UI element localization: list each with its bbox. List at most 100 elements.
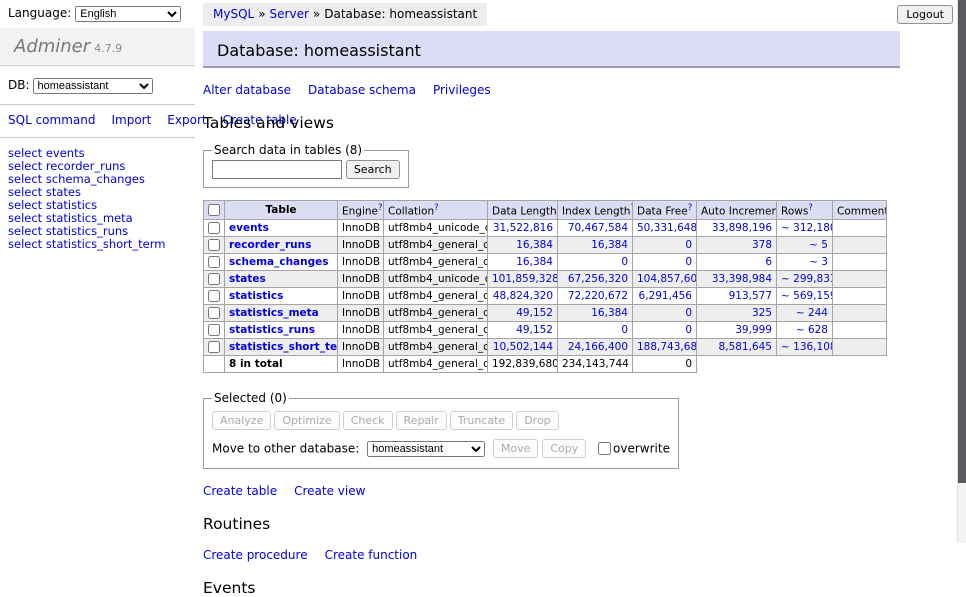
- database-action-link[interactable]: Alter database: [203, 83, 291, 97]
- auto-increment-cell-link[interactable]: 39,999: [735, 324, 772, 336]
- row-checkbox[interactable]: [208, 307, 220, 319]
- table-name-cell: events: [225, 220, 338, 237]
- data-length-cell-link[interactable]: 49,152: [516, 324, 553, 336]
- data-free-cell: 188,743,680: [633, 339, 697, 356]
- rows-count-cell-link[interactable]: ~ 3: [809, 256, 828, 268]
- data-length-cell-link[interactable]: 31,522,816: [493, 222, 553, 234]
- data-free-cell-link[interactable]: 6,291,456: [639, 290, 692, 302]
- sidebar-select-link[interactable]: select statistics_short_term: [8, 238, 195, 251]
- sidebar-action-link[interactable]: Import: [111, 113, 151, 127]
- rows-count-cell-link[interactable]: ~ 312,180: [781, 222, 833, 234]
- routine-link[interactable]: Create function: [325, 548, 418, 562]
- row-checkbox[interactable]: [208, 290, 220, 302]
- data-length-cell-link[interactable]: 16,384: [516, 256, 553, 268]
- row-checkbox[interactable]: [208, 239, 220, 251]
- breadcrumb-server[interactable]: Server: [270, 7, 309, 21]
- help-link[interactable]: ?: [808, 203, 813, 213]
- data-free-cell-link[interactable]: 188,743,680: [637, 341, 697, 353]
- routine-link[interactable]: Create procedure: [203, 548, 308, 562]
- row-checkbox[interactable]: [208, 222, 220, 234]
- auto-increment-cell-link[interactable]: 33,398,984: [712, 273, 772, 285]
- rows-count-cell-link[interactable]: ~ 628: [796, 324, 828, 336]
- index-length-cell-link[interactable]: 16,384: [591, 307, 628, 319]
- breadcrumb-mysql[interactable]: MySQL: [213, 7, 254, 21]
- collation-cell: utf8mb4_general_ci: [384, 339, 488, 356]
- engine-cell: InnoDB: [338, 339, 384, 356]
- move-database-select[interactable]: homeassistant: [367, 441, 485, 457]
- search-input[interactable]: [212, 160, 342, 179]
- data-length-cell-link[interactable]: 101,859,328: [492, 273, 558, 285]
- language-select[interactable]: English: [75, 6, 181, 22]
- table-link[interactable]: schema_changes: [229, 256, 329, 268]
- engine-cell: InnoDB: [338, 237, 384, 254]
- data-length-cell-link[interactable]: 49,152: [516, 307, 553, 319]
- create-link[interactable]: Create table: [203, 484, 277, 498]
- rows-count-cell-link[interactable]: ~ 136,108: [781, 341, 833, 353]
- auto-increment-cell-link[interactable]: 378: [752, 239, 772, 251]
- data-free-cell-link[interactable]: 0: [685, 256, 692, 268]
- index-length-cell-link[interactable]: 72,220,672: [568, 290, 628, 302]
- rows-count-cell-link[interactable]: ~ 569,159: [781, 290, 833, 302]
- table-link[interactable]: recorder_runs: [229, 239, 311, 251]
- data-length-cell-link[interactable]: 10,502,144: [493, 341, 553, 353]
- data-length-cell-link[interactable]: 48,824,320: [493, 290, 553, 302]
- help-link[interactable]: ?: [688, 203, 693, 213]
- table-link[interactable]: statistics_meta: [229, 307, 319, 319]
- auto-increment-cell-link[interactable]: 913,577: [729, 290, 772, 302]
- events-section-title: Events: [203, 579, 903, 597]
- select-all-checkbox[interactable]: [208, 204, 220, 216]
- total-data-length: 192,839,680: [488, 356, 558, 373]
- index-length-cell-link[interactable]: 67,256,320: [568, 273, 628, 285]
- row-checkbox[interactable]: [208, 341, 220, 353]
- table-link[interactable]: statistics_runs: [229, 324, 315, 336]
- data-free-cell-link[interactable]: 50,331,648: [637, 222, 697, 234]
- database-action-link[interactable]: Database schema: [308, 83, 416, 97]
- data-free-cell: 50,331,648: [633, 220, 697, 237]
- db-select[interactable]: homeassistant: [33, 78, 153, 94]
- database-action-link[interactable]: Privileges: [433, 83, 491, 97]
- auto-increment-cell-link[interactable]: 33,898,196: [712, 222, 772, 234]
- index-length-cell-link[interactable]: 70,467,584: [568, 222, 628, 234]
- index-length-cell-link[interactable]: 24,166,400: [568, 341, 628, 353]
- auto-increment-cell-link[interactable]: 6: [765, 256, 772, 268]
- sidebar-action-link[interactable]: SQL command: [8, 113, 95, 127]
- search-button[interactable]: Search: [346, 160, 400, 179]
- table-row: recorder_runsInnoDButf8mb4_general_ci16,…: [204, 237, 887, 254]
- auto-increment-cell-link[interactable]: 8,581,645: [719, 341, 772, 353]
- data-free-cell-link[interactable]: 0: [685, 324, 692, 336]
- engine-cell: InnoDB: [338, 322, 384, 339]
- scrollbar[interactable]: [957, 0, 966, 543]
- sidebar-action-link[interactable]: Export: [167, 113, 206, 127]
- table-link[interactable]: events: [229, 222, 269, 234]
- main-content: MySQL»Server»Database: homeassistant Dat…: [203, 0, 903, 597]
- breadcrumb: MySQL»Server»Database: homeassistant: [203, 3, 487, 26]
- rows-count-cell-link[interactable]: ~ 244: [796, 307, 828, 319]
- row-checkbox[interactable]: [208, 256, 220, 268]
- row-checkbox[interactable]: [208, 273, 220, 285]
- data-free-cell-link[interactable]: 104,857,600: [637, 273, 697, 285]
- table-link[interactable]: statistics_short_term: [229, 341, 338, 353]
- scrollbar-thumb[interactable]: [958, 0, 966, 483]
- data-free-cell-link[interactable]: 0: [685, 239, 692, 251]
- overwrite-checkbox[interactable]: [598, 442, 611, 455]
- data-length-cell-link[interactable]: 16,384: [516, 239, 553, 251]
- rows-count-cell-link[interactable]: ~ 299,833: [781, 273, 833, 285]
- index-length-cell-link[interactable]: 16,384: [591, 239, 628, 251]
- table-link[interactable]: states: [229, 273, 266, 285]
- help-link[interactable]: ?: [378, 203, 383, 213]
- repair-button: Repair: [396, 411, 447, 430]
- adminer-logo[interactable]: Adminer: [14, 36, 90, 57]
- index-length-cell-link[interactable]: 0: [621, 324, 628, 336]
- rows-count-cell-link[interactable]: ~ 5: [809, 239, 828, 251]
- index-length-cell-link[interactable]: 0: [621, 256, 628, 268]
- row-checkbox[interactable]: [208, 324, 220, 336]
- create-link[interactable]: Create view: [294, 484, 365, 498]
- help-link[interactable]: ?: [434, 203, 439, 213]
- data-length-cell: 10,502,144: [488, 339, 558, 356]
- auto-increment-cell-link[interactable]: 325: [752, 307, 772, 319]
- logout-button[interactable]: Logout: [897, 5, 953, 24]
- table-total-row: 8 in total InnoDB utf8mb4_general_ci 192…: [204, 356, 887, 373]
- data-free-cell-link[interactable]: 0: [685, 307, 692, 319]
- routines-section-title: Routines: [203, 515, 903, 533]
- table-link[interactable]: statistics: [229, 290, 283, 302]
